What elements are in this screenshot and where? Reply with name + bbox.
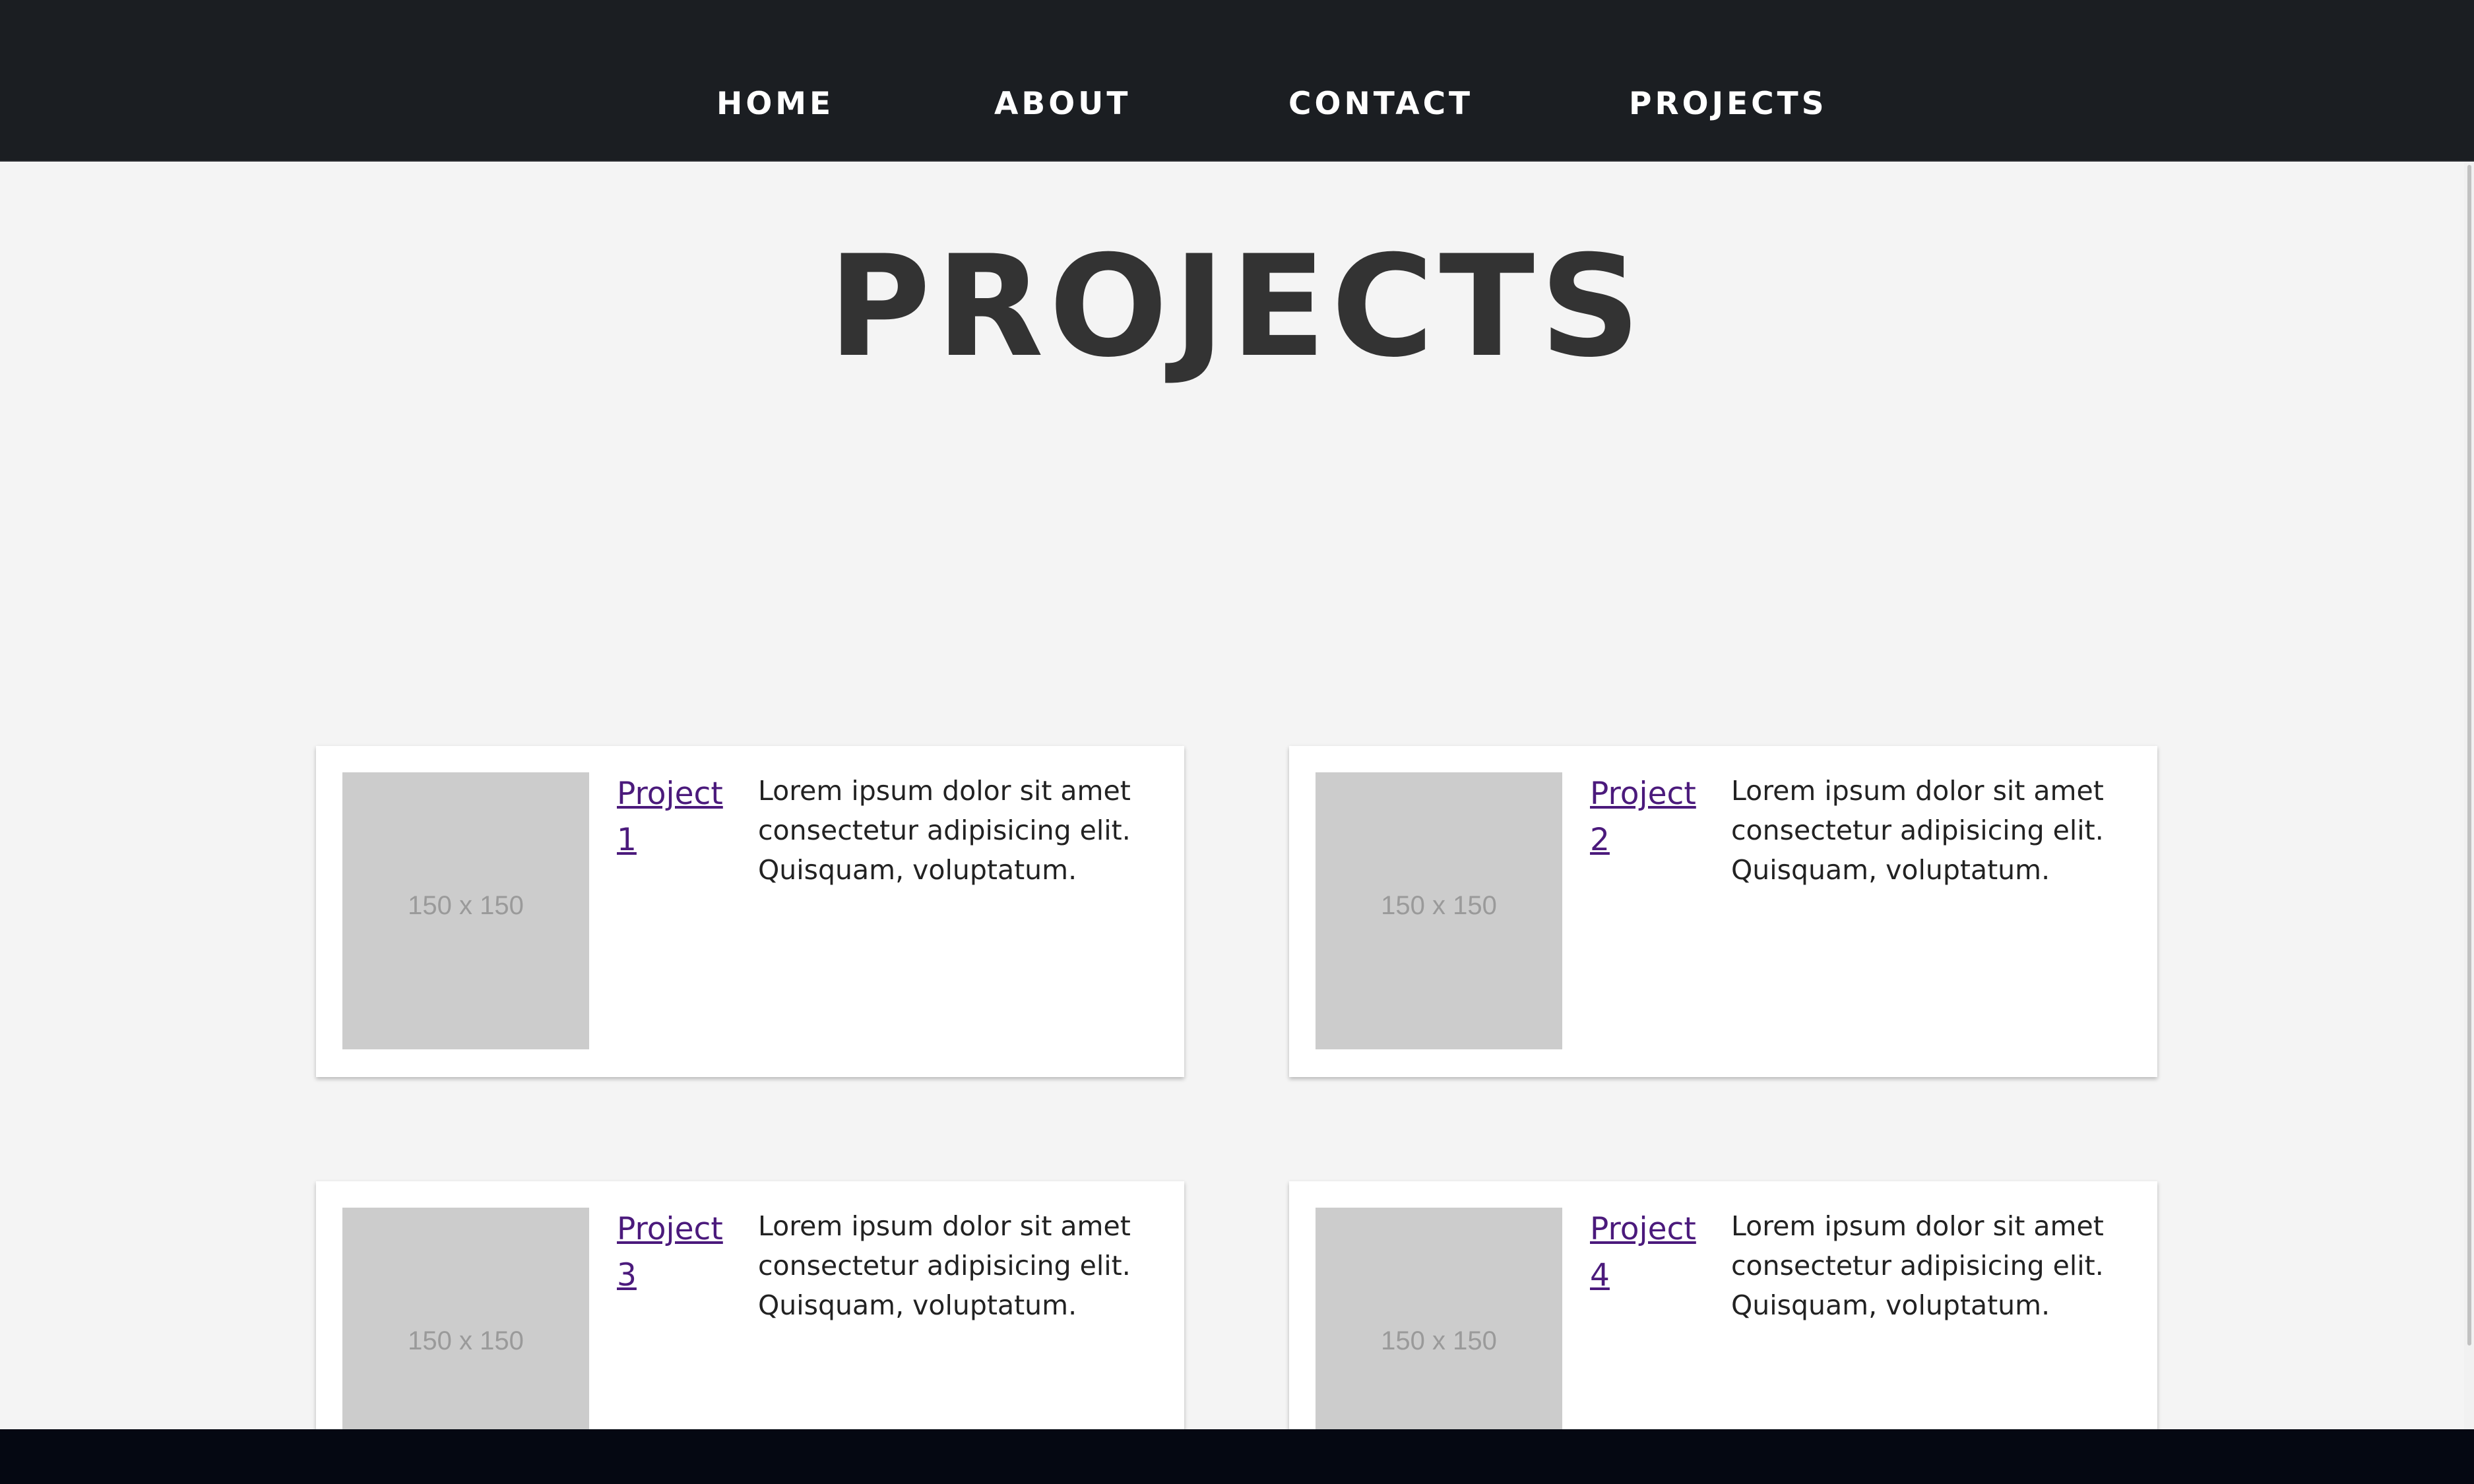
page: HOME ABOUT CONTACT PROJECTS PROJECTS 150…: [0, 0, 2474, 1484]
image-size-label: 150 x 150: [408, 1326, 524, 1355]
project-card: 150 x 150 Project 2 Lorem ipsum dolor si…: [1289, 746, 2157, 1077]
project-image-placeholder: 150 x 150: [342, 772, 589, 1049]
nav-link-projects[interactable]: PROJECTS: [1629, 78, 1827, 131]
project-link[interactable]: Project 2: [1590, 771, 1722, 863]
nav-link-home[interactable]: HOME: [716, 78, 834, 131]
top-navbar: HOME ABOUT CONTACT PROJECTS: [0, 0, 2474, 162]
project-description: Lorem ipsum dolor sit amet consectetur a…: [758, 775, 1131, 886]
project-image-placeholder: 150 x 150: [1316, 772, 1562, 1049]
project-description: Lorem ipsum dolor sit amet consectetur a…: [758, 1210, 1131, 1321]
image-size-label: 150 x 150: [1381, 891, 1497, 920]
image-size-label: 150 x 150: [408, 891, 524, 920]
scrollbar-thumb[interactable]: [2467, 165, 2471, 1345]
project-link[interactable]: Project 1: [617, 771, 749, 863]
nav-link-contact[interactable]: CONTACT: [1288, 78, 1473, 131]
project-description: Lorem ipsum dolor sit amet consectetur a…: [1731, 1210, 2104, 1321]
footer: [0, 1429, 2474, 1484]
project-card: 150 x 150 Project 1 Lorem ipsum dolor si…: [316, 746, 1184, 1077]
nav-link-about[interactable]: ABOUT: [994, 78, 1131, 131]
project-description: Lorem ipsum dolor sit amet consectetur a…: [1731, 775, 2104, 886]
project-link[interactable]: Project 3: [617, 1206, 749, 1299]
project-link[interactable]: Project 4: [1590, 1206, 1722, 1299]
image-size-label: 150 x 150: [1381, 1326, 1497, 1355]
page-title: PROJECTS: [828, 225, 1646, 388]
